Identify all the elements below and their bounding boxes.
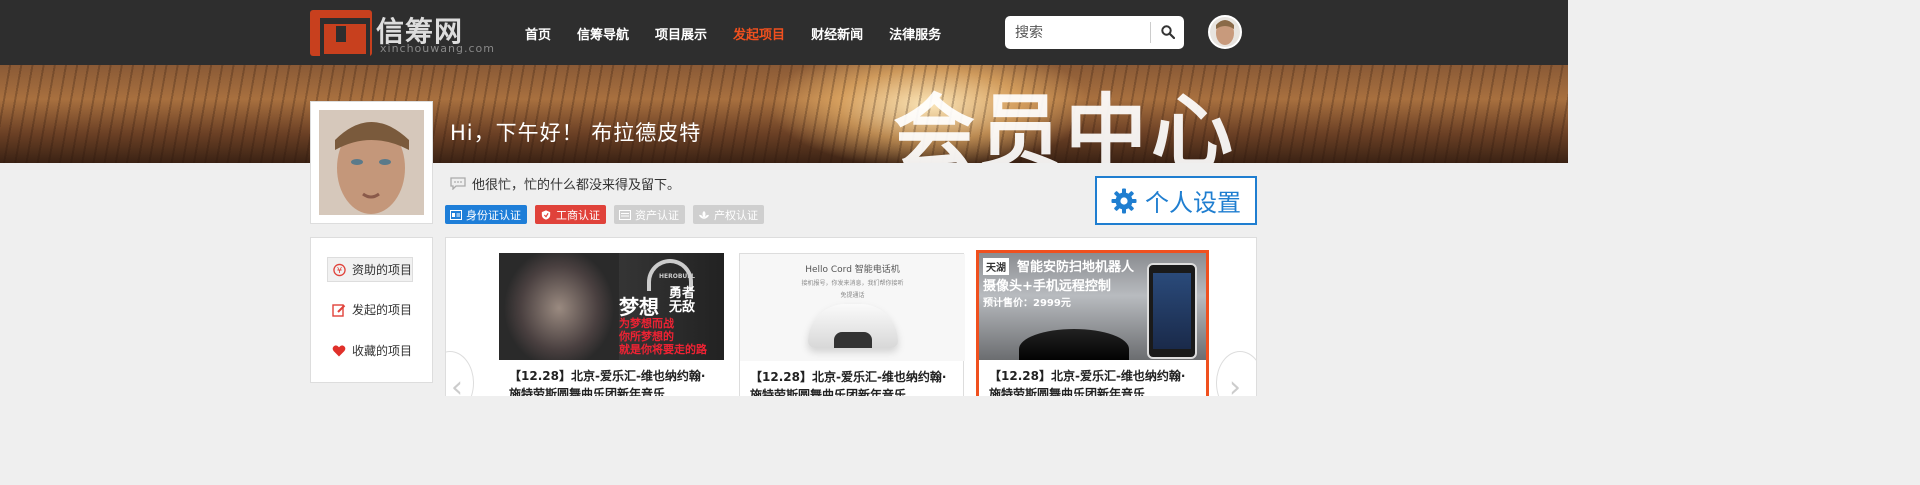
thumb-price: 预计售价：2999元: [983, 298, 1071, 309]
edit-icon: [332, 303, 346, 317]
thumb-text-side: 勇者 无敌: [669, 286, 696, 315]
logo-mark-icon: [310, 10, 372, 58]
project-title[interactable]: 【12.28】北京-爱乐汇-维也纳约翰·施特劳斯圆舞曲乐团新年音乐: [509, 367, 714, 396]
project-thumbnail: 天湖 智能安防扫地机器人 摄像头+手机远程控制 预计售价：2999元: [979, 253, 1206, 360]
search-icon: [1161, 25, 1175, 39]
project-card[interactable]: 梦想 勇者 无敌 HEROBULL 为梦想而战 你所梦想的 就是你将要走的路 【12.…: [499, 253, 724, 396]
badge-id-verification[interactable]: 身份证认证: [445, 205, 527, 224]
nav-item-legal[interactable]: 法律服务: [889, 24, 941, 43]
nav-item-launch[interactable]: 发起项目: [733, 24, 785, 43]
status-message: 他很忙，忙的什么都没来得及留下。: [450, 174, 680, 193]
banner-background: [0, 65, 1568, 163]
badge-asset-verification[interactable]: 资产认证: [614, 205, 685, 224]
id-card-icon: [450, 209, 462, 220]
nav-item-showcase[interactable]: 项目展示: [655, 24, 707, 43]
site-logo[interactable]: 信筹网 xinchouwang.com: [310, 10, 494, 58]
svg-text:¥: ¥: [337, 265, 342, 275]
settings-label: 个人设置: [1145, 189, 1241, 217]
sidebar-item-launched[interactable]: 发起的项目: [327, 297, 413, 322]
project-thumbnail: 梦想 勇者 无敌 HEROBULL 为梦想而战 你所梦想的 就是你将要走的路: [499, 253, 724, 360]
nav-item-home[interactable]: 首页: [525, 24, 551, 43]
chevron-right-icon: ›: [1229, 370, 1241, 396]
heart-icon: [332, 344, 346, 356]
asset-icon: [619, 209, 631, 220]
badge-property-verification[interactable]: 产权认证: [693, 205, 764, 224]
project-carousel: ‹ 梦想 勇者 无敌 HEROBULL 为梦想而战 你所梦想的 就是你将要走的路 【1…: [445, 237, 1257, 396]
project-title[interactable]: 【12.28】北京-爱乐汇-维也纳约翰·施特劳斯圆舞曲乐团新年音乐: [989, 367, 1194, 396]
profile-photo-image: [319, 110, 424, 215]
search-input[interactable]: [1015, 23, 1145, 43]
property-icon: [699, 210, 709, 219]
carousel-prev-button[interactable]: ‹: [446, 351, 474, 396]
main-nav: 首页 信筹导航 项目展示 发起项目 财经新闻 法律服务: [525, 24, 967, 43]
nav-item-finance-news[interactable]: 财经新闻: [811, 24, 863, 43]
project-thumbnail: Hello Cord 智能电话机 接机报号，你发来消息，我们帮你接听 免提通话: [740, 254, 965, 361]
thumb-text-lines: 为梦想而战 你所梦想的 就是你将要走的路: [619, 317, 707, 356]
project-title[interactable]: 【12.28】北京-爱乐汇-维也纳约翰·施特劳斯圆舞曲乐团新年音乐: [750, 368, 955, 396]
portrait-image: [499, 253, 619, 360]
chevron-left-icon: ‹: [451, 370, 463, 396]
nav-item-guide[interactable]: 信筹导航: [577, 24, 629, 43]
project-card[interactable]: Hello Cord 智能电话机 接机报号，你发来消息，我们帮你接听 免提通话 …: [739, 253, 965, 396]
avatar-image: [1210, 17, 1240, 47]
funding-icon: ¥: [333, 263, 346, 276]
verification-badges: 身份证认证 工商认证 资产认证 产权认证: [445, 205, 772, 224]
search-divider: [1150, 22, 1151, 43]
carousel-next-button[interactable]: ›: [1216, 351, 1256, 396]
sidebar-item-favorites[interactable]: 收藏的项目: [327, 338, 413, 363]
brand-tag: 天湖: [983, 258, 1009, 275]
member-banner: Hi，下午好！ 布拉德皮特 会员中心: [0, 65, 1568, 163]
phone-product-image: [808, 304, 898, 348]
personal-settings-button[interactable]: 个人设置: [1095, 176, 1257, 225]
shield-icon: [541, 209, 551, 220]
sidebar-item-funded[interactable]: ¥ 资助的项目: [327, 257, 413, 282]
thumb-text-line: 智能安防扫地机器人: [1017, 260, 1135, 275]
greeting-text: Hi，下午好！ 布拉德皮特: [450, 121, 702, 145]
banner-title: 会员中心: [893, 86, 1238, 163]
thumb-text-line: 摄像头+手机远程控制: [983, 279, 1111, 294]
search-button[interactable]: [1155, 20, 1181, 45]
thumb-brand: HEROBULL: [659, 273, 695, 280]
search-box: [1005, 16, 1184, 49]
project-sidebar: ¥ 资助的项目 发起的项目 收藏的项目: [310, 237, 433, 383]
badge-business-verification[interactable]: 工商认证: [535, 205, 606, 224]
profile-photo[interactable]: [310, 101, 433, 224]
thumb-subtext: 接机报号，你发来消息，我们帮你接听: [801, 280, 904, 287]
mobile-phone-image: [1147, 263, 1197, 359]
top-navigation-bar: 信筹网 xinchouwang.com 首页 信筹导航 项目展示 发起项目 财经…: [0, 0, 1568, 65]
status-text: 他很忙，忙的什么都没来得及留下。: [472, 178, 681, 193]
project-card-highlighted[interactable]: 天湖 智能安防扫地机器人 摄像头+手机远程控制 预计售价：2999元 【12.2…: [976, 250, 1209, 396]
logo-subtext: xinchouwang.com: [380, 42, 495, 55]
chat-bubble-icon: [450, 177, 466, 190]
user-avatar[interactable]: [1208, 15, 1242, 49]
thumb-heading: Hello Cord 智能电话机: [805, 265, 900, 275]
thumb-subtext: 免提通话: [840, 292, 865, 299]
thumb-text-main: 梦想: [619, 295, 659, 319]
robot-product-image: [1019, 329, 1129, 360]
gear-icon: [1111, 188, 1137, 213]
